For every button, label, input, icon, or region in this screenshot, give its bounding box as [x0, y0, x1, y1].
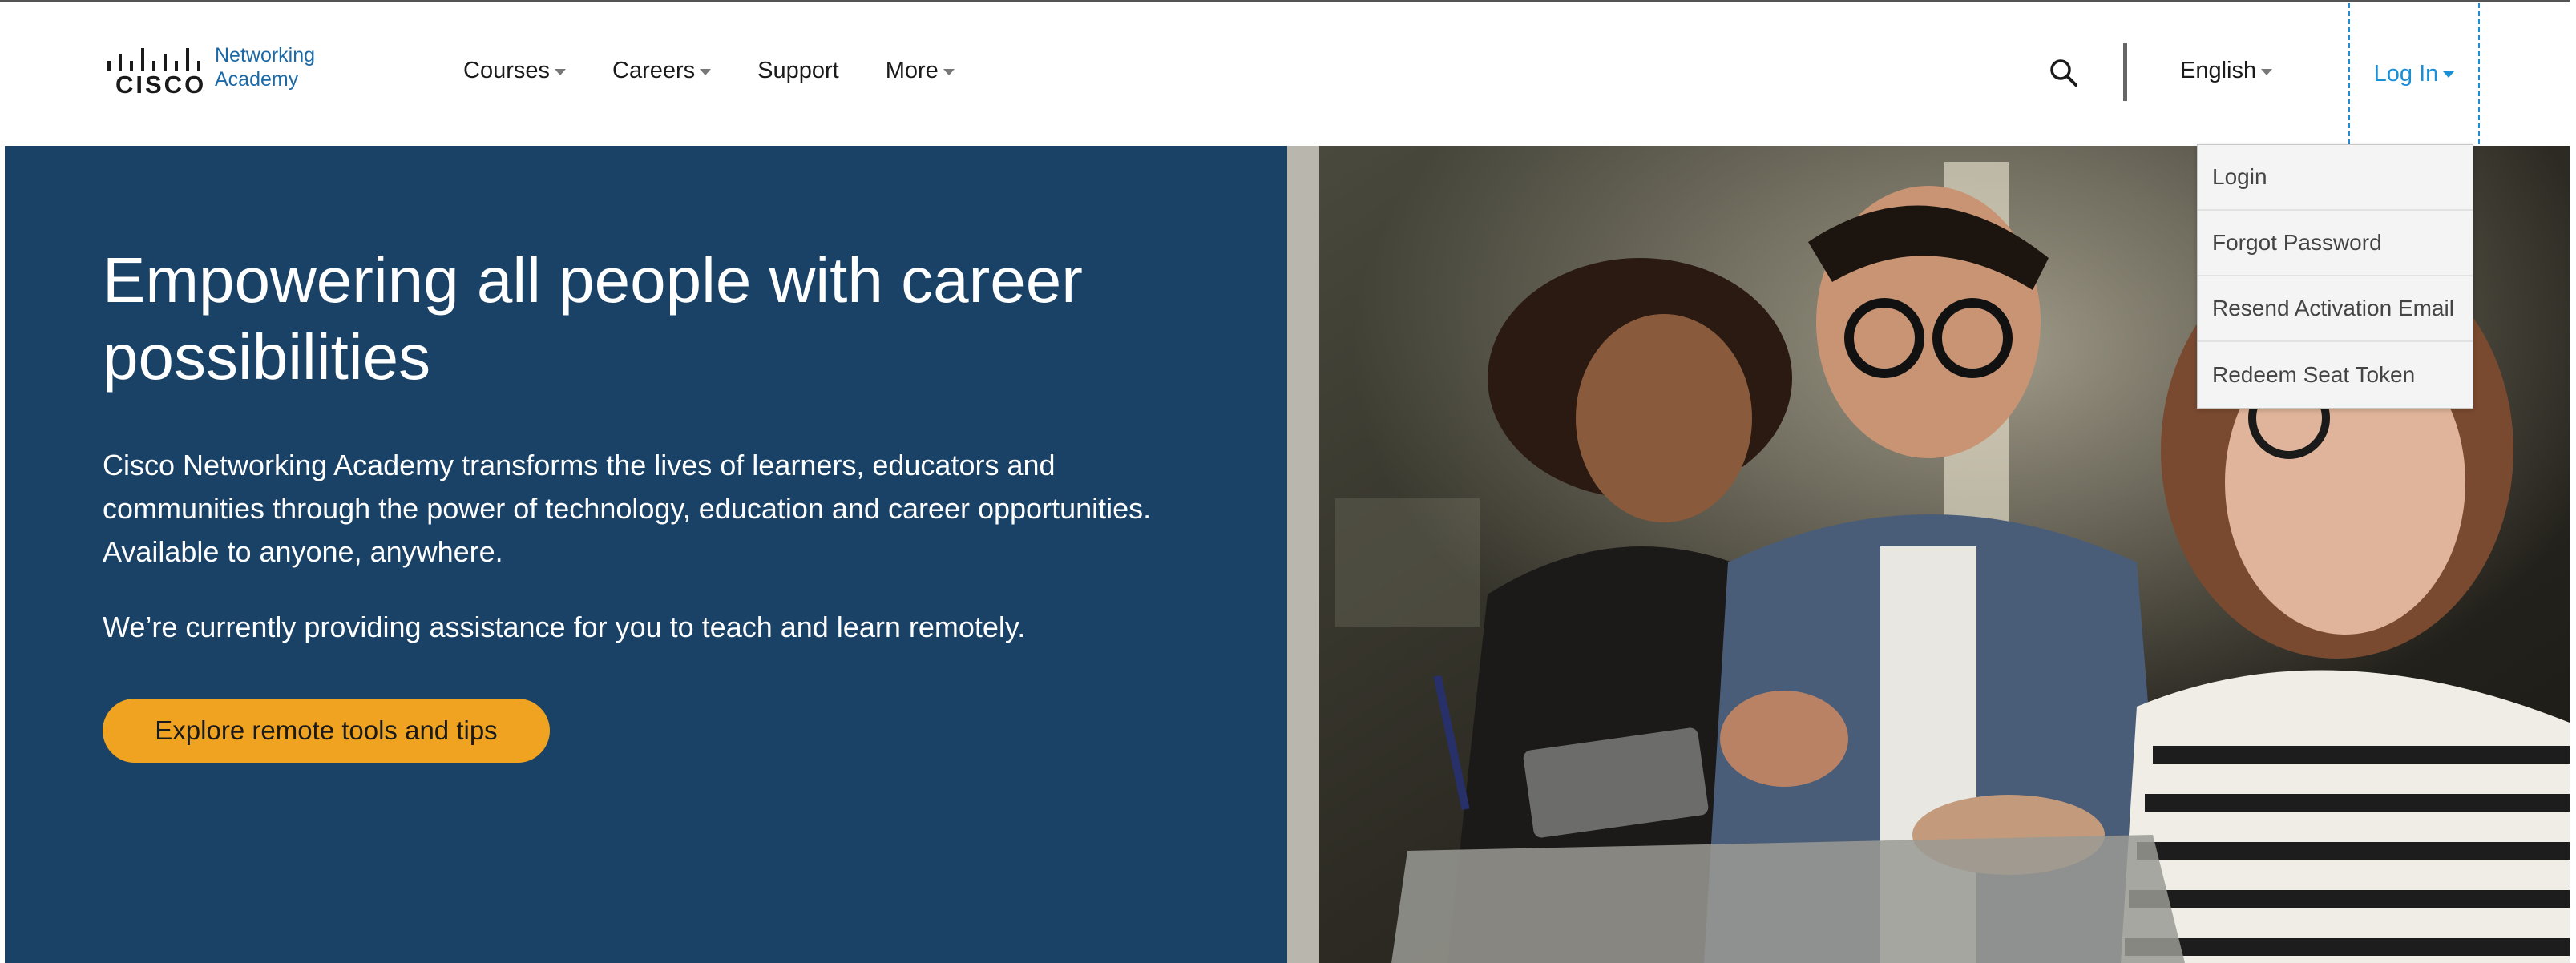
language-selector[interactable]: English: [2180, 58, 2273, 84]
cisco-wordmark: CISCO: [115, 71, 207, 99]
window-edge: [2570, 0, 2576, 963]
search-icon: [2050, 59, 2077, 87]
cisco-netacad-logo[interactable]: CISCO Networking Academy: [104, 43, 315, 99]
menu-item-login[interactable]: Login: [2198, 145, 2473, 211]
cisco-logo: CISCO: [104, 43, 207, 99]
login-menu-toggle[interactable]: Log In: [2348, 3, 2480, 144]
nav-item-careers[interactable]: Careers: [612, 58, 712, 84]
nav-item-support[interactable]: Support: [757, 58, 839, 84]
hero-remote-note: We’re currently providing assistance for…: [103, 610, 1026, 643]
main-nav: Courses Careers Support More: [463, 58, 1001, 84]
nav-item-label: Support: [757, 58, 839, 83]
networking-academy-label: Networking Academy: [215, 43, 315, 91]
header-divider: [2123, 43, 2127, 101]
nav-item-label: More: [885, 58, 939, 83]
logo-text-line1: Networking: [215, 44, 316, 66]
chevron-down-icon: [555, 68, 566, 75]
nav-item-label: Courses: [463, 58, 550, 83]
nav-item-label: Careers: [612, 58, 696, 83]
search-button[interactable]: [2047, 56, 2082, 91]
cisco-bridge-icon: [107, 48, 200, 71]
logo-text-line2: Academy: [215, 68, 299, 91]
language-label: English: [2180, 58, 2257, 83]
hero-title: Empowering all people with career possib…: [103, 244, 1083, 393]
chevron-down-icon: [700, 68, 712, 75]
nav-item-courses[interactable]: Courses: [463, 58, 566, 84]
chevron-down-icon: [943, 68, 955, 75]
chevron-down-icon: [2261, 68, 2273, 75]
login-dropdown-menu: Login Forgot Password Resend Activation …: [2197, 144, 2473, 409]
hero-description: Cisco Networking Academy transforms the …: [103, 449, 1152, 568]
menu-item-forgot-password[interactable]: Forgot Password: [2198, 211, 2473, 276]
menu-item-resend-activation-email[interactable]: Resend Activation Email: [2198, 276, 2473, 342]
hero-panel: Empowering all people with career possib…: [5, 146, 1287, 963]
site-header: CISCO Networking Academy Courses Careers…: [5, 2, 2565, 146]
explore-remote-tools-button[interactable]: Explore remote tools and tips: [103, 699, 550, 763]
login-toggle-label: Log In: [2373, 60, 2439, 87]
menu-item-redeem-seat-token[interactable]: Redeem Seat Token: [2198, 342, 2473, 408]
chevron-down-icon: [2443, 71, 2455, 78]
nav-item-more[interactable]: More: [886, 58, 955, 84]
